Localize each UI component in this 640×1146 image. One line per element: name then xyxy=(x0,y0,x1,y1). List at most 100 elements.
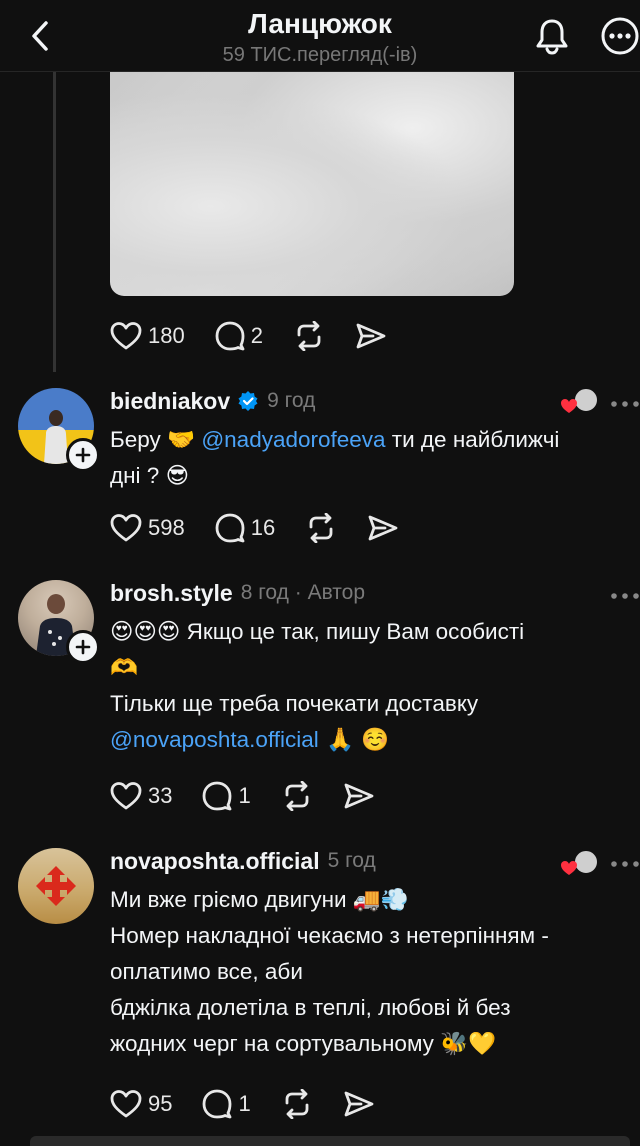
repost-button[interactable] xyxy=(293,321,325,351)
handshake-emoji: 🤝 xyxy=(167,427,196,453)
follow-plus-icon xyxy=(75,447,91,463)
comment-button[interactable]: 1 xyxy=(202,781,251,811)
more-dots-icon xyxy=(611,593,639,599)
like-button[interactable]: 33 xyxy=(110,781,172,811)
text-segment: дні ? xyxy=(110,463,166,488)
notifications-button[interactable] xyxy=(530,14,574,58)
more-icon xyxy=(601,17,639,55)
reply-more-button[interactable] xyxy=(610,396,640,407)
reply-count: 16 xyxy=(250,515,276,540)
comment-icon xyxy=(203,781,232,811)
sunglasses-emoji: 😎 xyxy=(165,463,190,489)
reply-count: 1 xyxy=(238,1091,251,1116)
pray-smile-emoji: 🙏 ☺️ xyxy=(318,727,390,753)
reply-item: novaposhta.official 5 год Ми вже гріємо … xyxy=(110,844,610,1062)
liked-by-author-badge[interactable] xyxy=(560,384,600,418)
top-post-actions: 180 2 xyxy=(110,316,417,356)
back-chevron-icon xyxy=(32,21,48,51)
repost-icon xyxy=(297,321,321,351)
view-count: 59 ТИС.перегляд(-ів) xyxy=(222,44,418,66)
more-options-button[interactable] xyxy=(598,14,640,58)
reply-actions: 95 1 xyxy=(110,1084,405,1124)
repost-button[interactable] xyxy=(305,513,337,543)
text-segment: Тільки ще треба почекати доставку xyxy=(110,691,479,716)
share-button[interactable] xyxy=(367,513,399,543)
reply-text: 😍😍😍 Якщо це так, пишу Вам особисті 🫶 Тіл… xyxy=(110,614,610,758)
brand-logo-icon xyxy=(36,866,76,906)
username[interactable]: novaposhta.official xyxy=(110,848,320,875)
bell-icon xyxy=(536,19,568,55)
header-title-block: Ланцюжок 59 ТИС.перегляд(-ів) xyxy=(120,8,520,68)
reply-actions: 33 1 xyxy=(110,776,405,816)
username[interactable]: biedniakov xyxy=(110,388,230,415)
text-segment: Номер накладної чекаємо з нетерпінням - xyxy=(110,923,549,948)
bottom-composer-edge xyxy=(30,1136,630,1146)
share-button[interactable] xyxy=(355,321,387,351)
reply-actions: 598 16 xyxy=(110,508,429,548)
heart-icon xyxy=(110,782,142,810)
more-dots-icon xyxy=(611,861,639,867)
timestamp: 8 год · Автор xyxy=(240,581,366,604)
bee-heart-emoji: 🐝💛 xyxy=(440,1031,497,1057)
reply-item: biedniakov 9 год Беру 🤝 @nadyadorofeeva … xyxy=(110,384,610,494)
comment-icon xyxy=(203,1089,232,1119)
send-icon xyxy=(356,323,386,349)
truck-dash-emoji: 🚚💨 xyxy=(352,887,409,913)
verified-badge-icon xyxy=(238,391,258,411)
like-count: 180 xyxy=(148,323,185,348)
like-count: 33 xyxy=(148,783,173,808)
reply-item: brosh.style 8 год · Автор 😍😍😍 Якщо це та… xyxy=(110,576,610,758)
text-segment: Якщо це так, пишу Вам особисті xyxy=(180,619,525,644)
text-segment: Ми вже гріємо двигуни xyxy=(110,887,353,912)
back-button[interactable] xyxy=(22,14,58,58)
liked-by-author-badge[interactable] xyxy=(560,846,600,880)
comment-icon xyxy=(215,513,245,543)
send-icon xyxy=(344,783,374,809)
share-button[interactable] xyxy=(343,1089,375,1119)
comment-icon xyxy=(215,321,245,351)
comment-button[interactable]: 2 xyxy=(215,321,263,351)
like-button[interactable]: 598 xyxy=(110,513,185,543)
mention-link[interactable]: @nadyadorofeeva xyxy=(201,427,385,452)
header: Ланцюжок 59 ТИС.перегляд(-ів) xyxy=(0,0,640,72)
text-segment: бджілка долетіла в теплі, любові й без xyxy=(110,995,511,1020)
heart-icon xyxy=(110,322,142,350)
reply-more-button[interactable] xyxy=(610,588,640,599)
heart-icon xyxy=(110,514,142,542)
heart-hands-emoji: 🫶 xyxy=(110,655,139,681)
repost-button[interactable] xyxy=(281,1089,313,1119)
timestamp: 9 год xyxy=(267,389,316,412)
username[interactable]: brosh.style xyxy=(110,580,233,607)
mention-link[interactable]: @novaposhta.official xyxy=(110,727,319,752)
follow-plus-icon xyxy=(75,639,91,655)
post-image[interactable] xyxy=(110,72,514,296)
text-segment: Беру xyxy=(110,427,168,452)
follow-plus-button[interactable] xyxy=(66,438,100,472)
share-button[interactable] xyxy=(343,781,375,811)
reply-header: novaposhta.official 5 год xyxy=(110,844,610,878)
liked-by-author-icon xyxy=(561,387,599,413)
reply-text: Ми вже гріємо двигуни 🚚💨 Номер накладної… xyxy=(110,882,610,1062)
avatar[interactable] xyxy=(18,848,94,924)
like-count: 598 xyxy=(148,515,185,540)
repost-icon xyxy=(309,513,333,543)
like-button[interactable]: 95 xyxy=(110,1089,172,1119)
comment-button[interactable]: 16 xyxy=(215,513,275,543)
timestamp: 5 год xyxy=(327,849,376,872)
heart-icon xyxy=(110,1090,142,1118)
repost-icon xyxy=(285,781,309,811)
reply-count: 2 xyxy=(250,323,263,348)
page-title: Ланцюжок xyxy=(248,8,392,39)
send-icon xyxy=(368,515,398,541)
like-count: 95 xyxy=(148,1091,173,1116)
send-icon xyxy=(344,1091,374,1117)
text-segment: ти де найближчі xyxy=(385,427,560,452)
reply-text: Беру 🤝 @nadyadorofeeva ти де найближчі д… xyxy=(110,422,610,494)
reply-count: 1 xyxy=(238,783,251,808)
reply-more-button[interactable] xyxy=(610,856,640,867)
like-button[interactable]: 180 xyxy=(110,321,185,351)
repost-button[interactable] xyxy=(281,781,313,811)
text-segment: оплатимо все, аби xyxy=(110,959,303,984)
follow-plus-button[interactable] xyxy=(66,630,100,664)
comment-button[interactable]: 1 xyxy=(202,1089,251,1119)
